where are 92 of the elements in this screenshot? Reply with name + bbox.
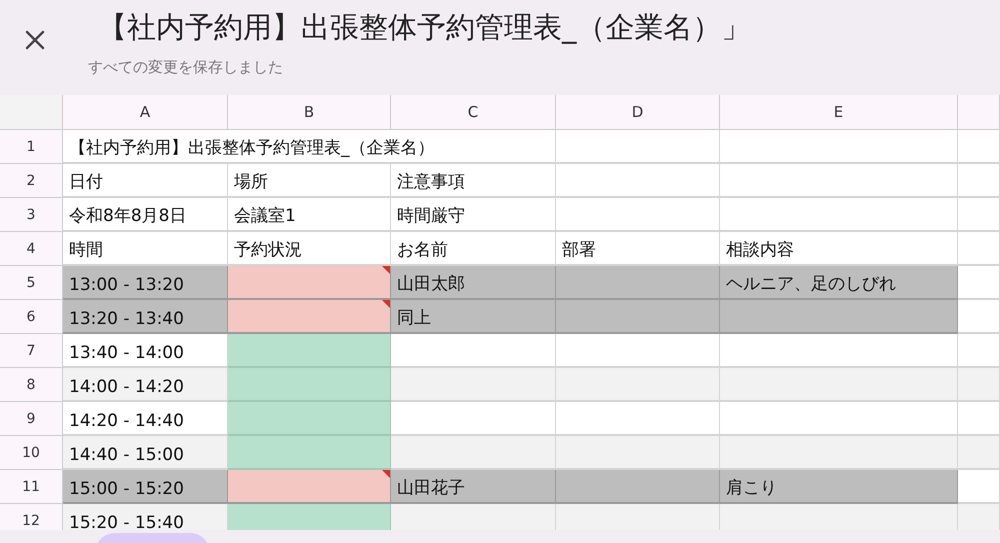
status-cell[interactable]	[228, 504, 391, 530]
table-cell[interactable]	[720, 436, 958, 470]
save-status: すべての変更を保存しました	[88, 58, 284, 77]
row-number[interactable]: 8	[0, 368, 63, 402]
table-cell: 場所	[228, 164, 391, 198]
table-cell: 注意事項	[391, 164, 556, 198]
table-cell[interactable]	[391, 402, 556, 436]
table-cell[interactable]	[720, 504, 958, 530]
status-cell[interactable]	[228, 334, 391, 368]
status-cell[interactable]	[228, 402, 391, 436]
table-cell[interactable]	[958, 504, 1000, 530]
table-cell[interactable]	[958, 402, 1000, 436]
table-cell[interactable]	[720, 402, 958, 436]
table-cell[interactable]	[556, 130, 720, 164]
table-cell[interactable]	[720, 164, 958, 198]
table-cell[interactable]	[720, 198, 958, 232]
table-cell[interactable]	[556, 504, 720, 530]
column-header[interactable]: D	[556, 95, 720, 130]
table-cell: 14:40 - 15:00	[63, 436, 228, 470]
status-cell[interactable]	[228, 300, 391, 334]
row-number[interactable]: 11	[0, 470, 63, 504]
table-cell[interactable]	[391, 334, 556, 368]
table-cell: 13:00 - 13:20	[63, 266, 228, 300]
table-cell[interactable]	[958, 300, 1000, 334]
table-cell: 相談内容	[720, 232, 958, 266]
table-cell: 山田花子	[391, 470, 556, 504]
table-cell: ヘルニア、足のしびれ	[720, 266, 958, 300]
table-cell[interactable]	[556, 164, 720, 198]
table-cell[interactable]	[720, 300, 958, 334]
table-cell: 令和8年8月8日	[63, 198, 228, 232]
table-cell[interactable]	[556, 436, 720, 470]
table-cell: 部署	[556, 232, 720, 266]
document-title: 【社内予約用】出張整体予約管理表_（企業名）」	[98, 9, 750, 46]
table-cell[interactable]	[958, 232, 1000, 266]
table-cell: 14:00 - 14:20	[63, 368, 228, 402]
table-cell[interactable]	[958, 164, 1000, 198]
table-cell[interactable]	[720, 130, 958, 164]
row-number[interactable]: 2	[0, 164, 63, 198]
table-cell: 肩こり	[720, 470, 958, 504]
table-cell[interactable]	[720, 334, 958, 368]
table-cell[interactable]	[391, 368, 556, 402]
table-cell[interactable]	[556, 402, 720, 436]
table-cell[interactable]	[958, 334, 1000, 368]
table-cell[interactable]	[556, 300, 720, 334]
table-cell: お名前	[391, 232, 556, 266]
row-number[interactable]: 3	[0, 198, 63, 232]
row-number[interactable]: 10	[0, 436, 63, 470]
table-cell: 会議室1	[228, 198, 391, 232]
table-cell[interactable]	[556, 266, 720, 300]
table-cell: 予約状況	[228, 232, 391, 266]
table-cell[interactable]	[556, 198, 720, 232]
column-header[interactable]: E	[720, 95, 958, 130]
table-cell[interactable]	[958, 198, 1000, 232]
table-cell: 時間	[63, 232, 228, 266]
close-icon[interactable]	[24, 29, 46, 51]
table-cell[interactable]	[958, 470, 1000, 504]
row-number[interactable]: 9	[0, 402, 63, 436]
status-cell[interactable]	[228, 436, 391, 470]
table-cell: 同上	[391, 300, 556, 334]
row-number[interactable]: 1	[0, 130, 63, 164]
table-cell: 15:00 - 15:20	[63, 470, 228, 504]
table-cell[interactable]	[556, 470, 720, 504]
row-number[interactable]: 4	[0, 232, 63, 266]
table-cell[interactable]	[958, 368, 1000, 402]
status-cell[interactable]	[228, 368, 391, 402]
table-cell[interactable]	[958, 436, 1000, 470]
status-cell[interactable]	[228, 266, 391, 300]
row-number[interactable]: 12	[0, 504, 63, 530]
status-cell[interactable]	[228, 470, 391, 504]
column-header[interactable]	[958, 95, 1000, 130]
table-cell[interactable]	[958, 130, 1000, 164]
row-number[interactable]: 7	[0, 334, 63, 368]
table-cell[interactable]	[556, 334, 720, 368]
table-cell[interactable]	[391, 504, 556, 530]
table-cell: 13:40 - 14:00	[63, 334, 228, 368]
table-cell: 山田太郎	[391, 266, 556, 300]
column-header[interactable]: A	[63, 95, 228, 130]
row-number[interactable]: 5	[0, 266, 63, 300]
table-cell: 【社内予約用】出張整体予約管理表_（企業名）	[63, 130, 556, 164]
select-all-corner[interactable]	[0, 95, 63, 130]
table-cell: 日付	[63, 164, 228, 198]
table-cell[interactable]	[391, 436, 556, 470]
table-cell: 時間厳守	[391, 198, 556, 232]
table-cell: 14:20 - 14:40	[63, 402, 228, 436]
table-cell[interactable]	[556, 368, 720, 402]
table-cell: 15:20 - 15:40	[63, 504, 228, 530]
table-cell: 13:20 - 13:40	[63, 300, 228, 334]
row-number[interactable]: 6	[0, 300, 63, 334]
column-header[interactable]: B	[228, 95, 391, 130]
table-cell[interactable]	[958, 266, 1000, 300]
column-header[interactable]: C	[391, 95, 556, 130]
table-cell[interactable]	[720, 368, 958, 402]
